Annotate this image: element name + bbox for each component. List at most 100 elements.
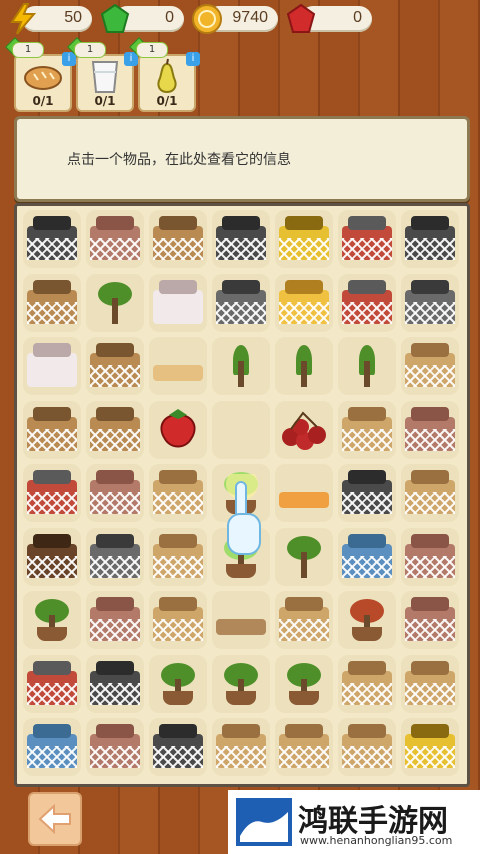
board-cell[interactable] (401, 337, 459, 395)
board-cell[interactable] (338, 464, 396, 522)
board-cell[interactable] (149, 718, 207, 776)
board-cell[interactable] (23, 337, 81, 395)
board-cell[interactable] (212, 591, 270, 649)
board-cell[interactable] (338, 718, 396, 776)
box-brick-icon (405, 406, 455, 453)
board-cell[interactable] (23, 527, 81, 586)
board-cell[interactable] (338, 210, 396, 268)
board-cell[interactable] (86, 337, 144, 395)
box-yellow-icon (279, 279, 329, 326)
box-brick-icon (90, 470, 140, 516)
board-cell[interactable] (149, 400, 207, 459)
green-gem-counter: 0 (100, 3, 184, 33)
board-cell[interactable] (23, 464, 81, 522)
board-cell[interactable] (86, 210, 144, 268)
back-button[interactable] (28, 792, 82, 846)
board-cell[interactable] (23, 718, 81, 776)
item-lid (285, 216, 323, 230)
cobweb-overlay (27, 746, 77, 768)
board-cell[interactable] (401, 210, 459, 268)
plank-icon (153, 343, 203, 389)
board-cell[interactable] (275, 210, 333, 268)
board-cell[interactable] (212, 718, 270, 776)
board-cell[interactable] (212, 337, 270, 395)
board-cell[interactable] (338, 273, 396, 332)
board-cell[interactable] (23, 591, 81, 649)
board-cell[interactable] (23, 273, 81, 332)
item-lid (411, 470, 449, 484)
cobweb-overlay (27, 428, 77, 451)
inventory-slot-bread[interactable]: 1 i 0/1 (5, 37, 76, 112)
board-cell[interactable] (401, 273, 459, 332)
board-cell[interactable] (338, 591, 396, 649)
item-body (153, 289, 203, 324)
board-cell[interactable] (401, 464, 459, 522)
board-cell[interactable] (23, 654, 81, 713)
board-cell[interactable] (149, 210, 207, 268)
board-cell[interactable] (275, 464, 333, 522)
board-cell[interactable] (23, 400, 81, 459)
board-cell[interactable] (149, 273, 207, 332)
board-cell[interactable] (212, 273, 270, 332)
board-cell[interactable] (338, 527, 396, 586)
item-lid (96, 724, 134, 738)
energy-counter: 50 (10, 3, 92, 35)
box-brick-icon (90, 724, 140, 770)
board-cell[interactable] (86, 718, 144, 776)
board-cell[interactable] (275, 654, 333, 713)
board-cell[interactable] (149, 527, 207, 586)
cobweb-overlay (153, 492, 203, 514)
board-cell[interactable] (275, 273, 333, 332)
bucket-tall-icon (90, 343, 140, 389)
board-cell[interactable] (275, 718, 333, 776)
board-cell[interactable] (212, 400, 270, 459)
board-cell[interactable] (401, 400, 459, 459)
board-cell[interactable] (401, 718, 459, 776)
board-cell[interactable] (212, 654, 270, 713)
cobweb-overlay (216, 746, 266, 768)
inventory-slot-milk[interactable]: 1 i 0/1 (67, 37, 138, 112)
cobweb-overlay (27, 238, 77, 260)
board-cell[interactable] (149, 464, 207, 522)
board-cell[interactable] (86, 527, 144, 586)
item-lid (411, 279, 449, 294)
board-cell[interactable] (149, 337, 207, 395)
board-cell[interactable] (149, 591, 207, 649)
item-body (279, 492, 329, 508)
board-cell[interactable] (86, 654, 144, 713)
coin-value: 9740 (232, 9, 268, 26)
slot-count: 0/1 (156, 94, 178, 108)
board-cell[interactable] (275, 337, 333, 395)
board-cell[interactable] (86, 273, 144, 332)
board-cell[interactable] (212, 210, 270, 268)
board-cell[interactable] (338, 654, 396, 713)
tutorial-hand-icon (226, 474, 261, 555)
green-gem-icon (100, 3, 130, 33)
cobweb-overlay (90, 555, 140, 578)
box-dark-icon (27, 216, 77, 262)
board-cell[interactable] (338, 337, 396, 395)
board-cell[interactable] (275, 527, 333, 586)
board-cell[interactable] (401, 654, 459, 713)
board-cell[interactable] (23, 210, 81, 268)
board-cell[interactable] (86, 464, 144, 522)
red-gem-icon (286, 3, 316, 33)
board-cell[interactable] (149, 654, 207, 713)
box-red-icon (27, 470, 77, 516)
board-cell[interactable] (275, 400, 333, 459)
item-lid (33, 533, 71, 548)
board-cell[interactable] (401, 527, 459, 586)
board-cell[interactable] (86, 591, 144, 649)
cobweb-overlay (405, 238, 455, 260)
tree-trunk (301, 551, 307, 578)
board-cell[interactable] (275, 591, 333, 649)
board-cell[interactable] (86, 400, 144, 459)
inventory-slot-pear[interactable]: 1 i 0/1 (129, 37, 200, 112)
info-icon[interactable]: i (186, 52, 200, 66)
red-gem-value: 0 (353, 9, 362, 26)
board-cell[interactable] (401, 591, 459, 649)
cherries-icon (279, 407, 329, 453)
board-cell[interactable] (338, 400, 396, 459)
milk-glass-icon (91, 61, 119, 93)
cobweb-overlay (279, 746, 329, 768)
